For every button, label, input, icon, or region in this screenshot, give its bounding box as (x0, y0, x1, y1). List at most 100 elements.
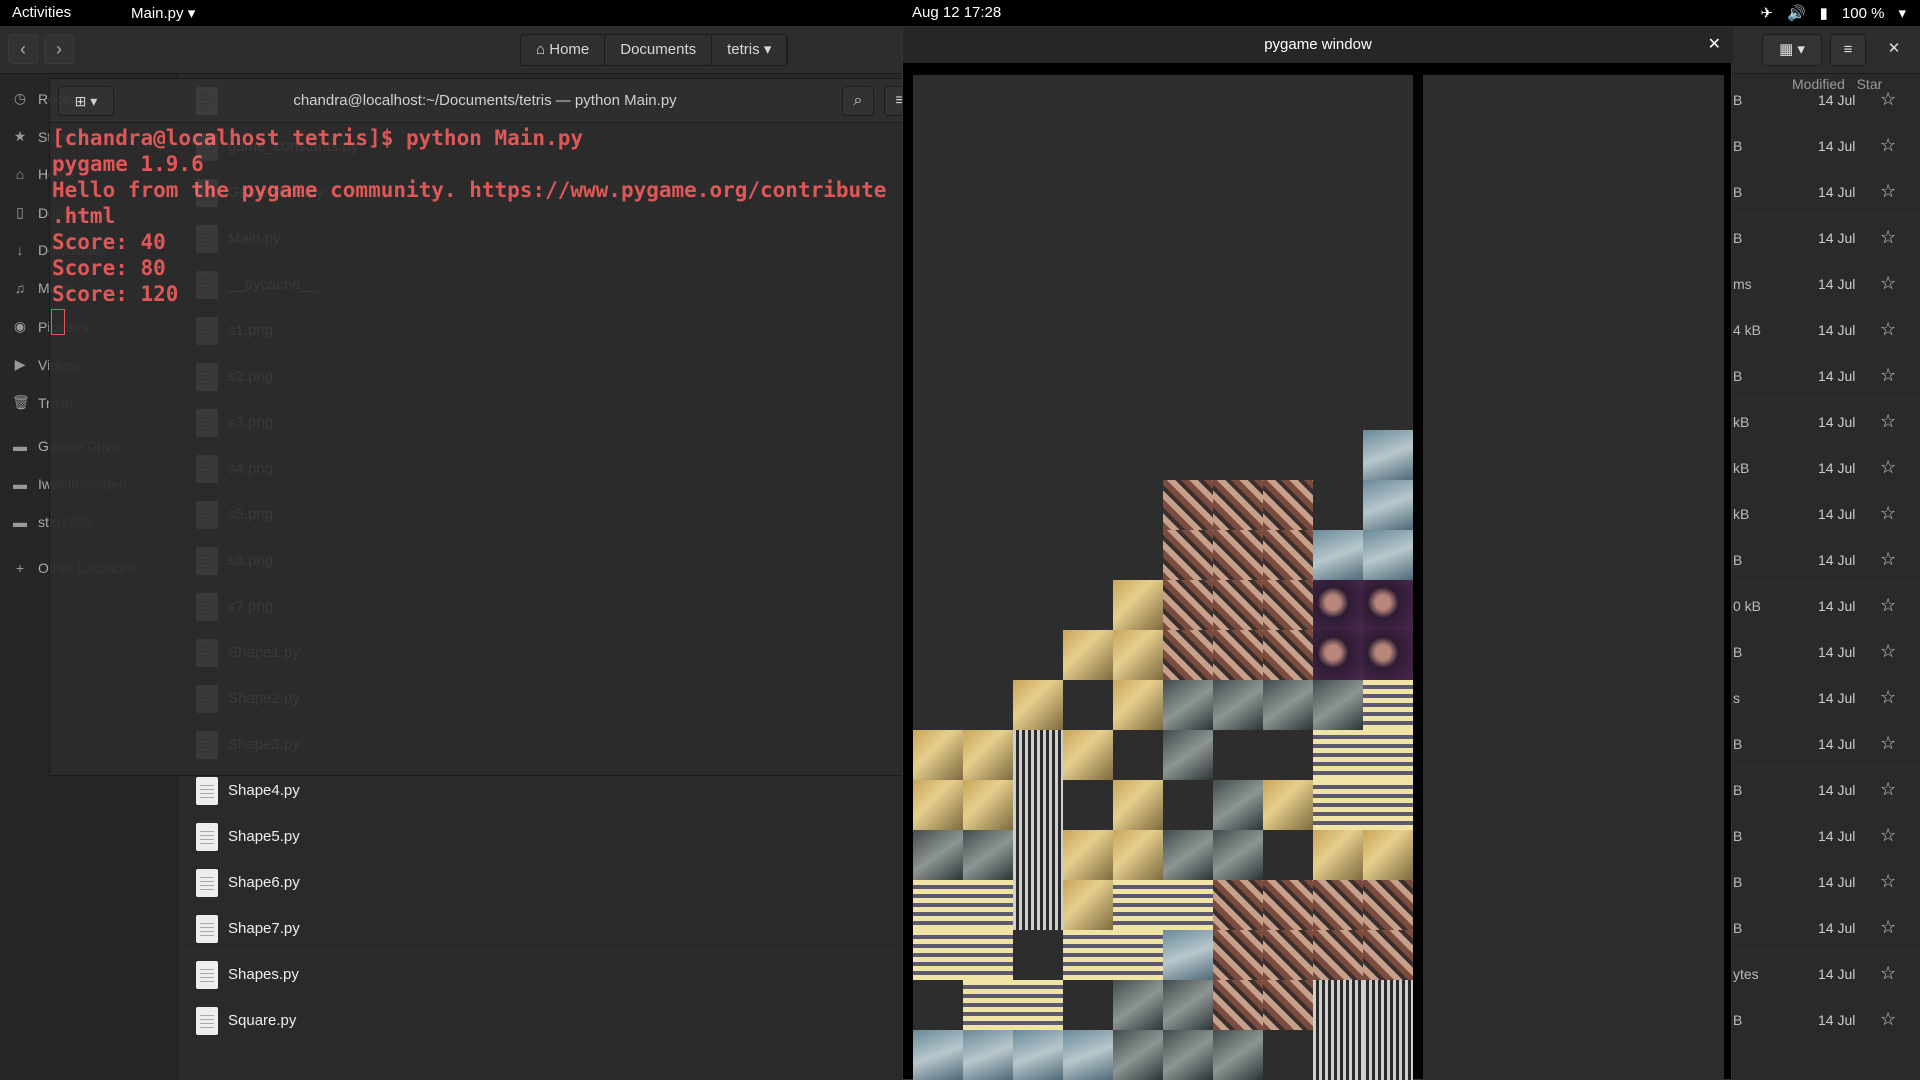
file-modified: 14 Jul (1818, 552, 1856, 568)
tetris-block (1213, 880, 1263, 930)
tetris-block (1313, 930, 1363, 980)
terminal-title: chandra@localhost:~/Documents/tetris — p… (293, 92, 677, 109)
tetris-block (913, 930, 963, 980)
star-icon[interactable]: ☆ (1880, 963, 1896, 984)
tetris-block (1263, 930, 1313, 980)
close-icon: ✕ (1887, 40, 1901, 57)
activities-button[interactable]: Activities (12, 4, 71, 21)
tetris-block (1313, 630, 1363, 680)
system-tray[interactable]: ✈ 🔊 ▮ 100 % ▾ (1760, 4, 1906, 23)
file-size: B (1733, 138, 1743, 154)
star-icon[interactable]: ☆ (1880, 549, 1896, 570)
breadcrumb-documents[interactable]: Documents (605, 35, 713, 65)
star-icon[interactable]: ☆ (1880, 365, 1896, 386)
breadcrumb-tetris[interactable]: tetris ▾ (712, 35, 788, 65)
back-button[interactable]: ‹ (8, 34, 38, 64)
tetris-block (1313, 830, 1363, 880)
file-modified: 14 Jul (1818, 920, 1856, 936)
star-icon[interactable]: ☆ (1880, 825, 1896, 846)
airplane-icon: ✈ (1760, 5, 1773, 22)
tetris-block (1113, 980, 1163, 1030)
file-modified: 14 Jul (1818, 368, 1856, 384)
terminal-output[interactable]: [chandra@localhost tetris]$ python Main.… (52, 125, 886, 307)
tetris-block (1363, 730, 1413, 780)
terminal-window: ⊞ ▾ chandra@localhost:~/Documents/tetris… (49, 78, 916, 776)
folder-icon: ▬ (13, 514, 27, 530)
terminal-headerbar: ⊞ ▾ chandra@localhost:~/Documents/tetris… (50, 79, 916, 123)
star-icon[interactable]: ☆ (1880, 503, 1896, 524)
tetris-block (1163, 530, 1213, 580)
grid-icon: ▦ ▾ (1779, 41, 1805, 58)
tetris-block (963, 1030, 1013, 1080)
tetris-block (1313, 1030, 1363, 1080)
file-size: B (1733, 92, 1743, 108)
tetris-block (963, 980, 1013, 1030)
file-size: B (1733, 1012, 1743, 1028)
star-icon[interactable]: ☆ (1880, 227, 1896, 248)
forward-button[interactable]: › (44, 34, 74, 64)
home-icon: ⌂ (15, 166, 25, 182)
clock[interactable]: Aug 12 17:28 (912, 4, 1001, 21)
view-toggle-button[interactable]: ▦ ▾ (1762, 34, 1822, 66)
tetris-block (913, 730, 963, 780)
star-icon[interactable]: ☆ (1880, 917, 1896, 938)
tetris-block (1363, 930, 1413, 980)
tetris-block (1163, 480, 1213, 530)
tetris-block (1313, 680, 1363, 730)
app-menu[interactable]: Main.py ▾ (131, 4, 195, 22)
tetris-block (1013, 730, 1063, 780)
file-size: B (1733, 782, 1743, 798)
tetris-block (1363, 680, 1413, 730)
breadcrumb: ⌂ Home Documents tetris ▾ (520, 34, 789, 66)
tetris-block (1313, 530, 1363, 580)
terminal-cursor (51, 309, 65, 335)
star-icon[interactable]: ☆ (1880, 181, 1896, 202)
star-icon[interactable]: ☆ (1880, 641, 1896, 662)
tetris-block (913, 1030, 963, 1080)
file-icon (196, 915, 218, 943)
file-size: B (1733, 736, 1743, 752)
file-size: B (1733, 552, 1743, 568)
tetris-block (1163, 930, 1213, 980)
star-icon[interactable]: ☆ (1880, 457, 1896, 478)
star-icon[interactable]: ☆ (1880, 687, 1896, 708)
terminal-search-button[interactable]: ⌕ (842, 86, 874, 116)
file-modified: 14 Jul (1818, 598, 1856, 614)
file-size: 4 kB (1733, 322, 1762, 338)
tetris-block (1263, 530, 1313, 580)
menu-button[interactable]: ≡ (1830, 34, 1866, 66)
tetris-block (1213, 780, 1263, 830)
star-icon[interactable]: ☆ (1880, 273, 1896, 294)
star-icon[interactable]: ☆ (1880, 89, 1896, 110)
star-icon[interactable]: ☆ (1880, 595, 1896, 616)
star-icon[interactable]: ☆ (1880, 135, 1896, 156)
star-icon: ★ (13, 128, 27, 144)
tetris-block (1013, 1030, 1063, 1080)
pygame-close-button[interactable]: ✕ (1708, 34, 1721, 54)
star-icon[interactable]: ☆ (1880, 871, 1896, 892)
tetris-block (963, 880, 1013, 930)
battery-level: 100 % (1841, 4, 1885, 22)
file-modified: 14 Jul (1818, 276, 1856, 292)
tetris-block (1063, 1030, 1113, 1080)
star-icon[interactable]: ☆ (1880, 733, 1896, 754)
file-modified: 14 Jul (1818, 1012, 1856, 1028)
file-size: kB (1733, 506, 1750, 522)
file-name: Shapes.py (228, 966, 299, 983)
battery-icon: ▮ (1819, 5, 1828, 22)
star-icon[interactable]: ☆ (1880, 319, 1896, 340)
star-icon[interactable]: ☆ (1880, 1009, 1896, 1030)
star-icon[interactable]: ☆ (1880, 779, 1896, 800)
close-button[interactable]: ✕ (1876, 34, 1912, 66)
tetris-block (1213, 930, 1263, 980)
breadcrumb-home[interactable]: ⌂ Home (521, 35, 606, 65)
file-size: B (1733, 828, 1743, 844)
star-icon[interactable]: ☆ (1880, 411, 1896, 432)
document-icon: ▯ (16, 204, 24, 220)
tetris-block (1313, 880, 1363, 930)
file-size: B (1733, 644, 1743, 660)
file-size: B (1733, 368, 1743, 384)
tetris-block (1213, 630, 1263, 680)
file-modified: 14 Jul (1818, 230, 1856, 246)
tetris-block (1363, 880, 1413, 930)
